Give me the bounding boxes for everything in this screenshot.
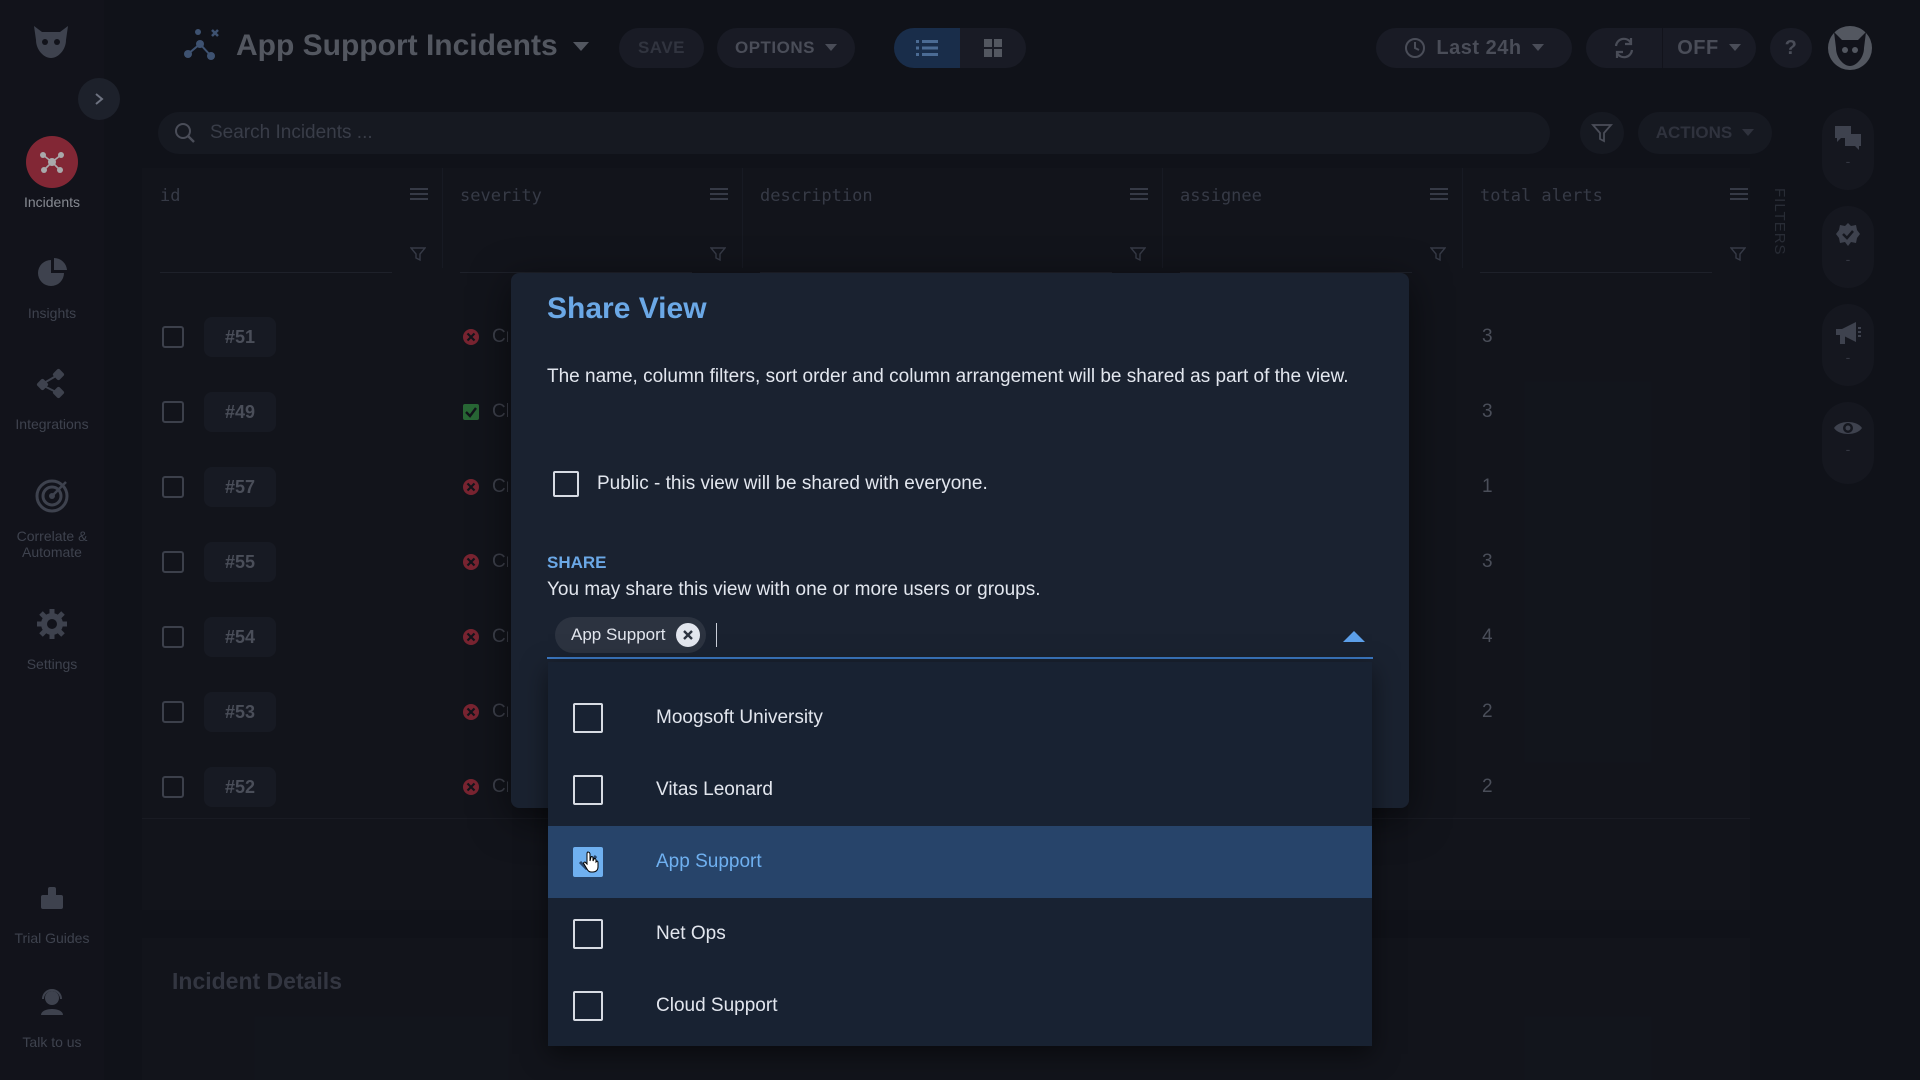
share-option-item[interactable]: Net Ops xyxy=(548,898,1372,970)
public-checkbox-row[interactable]: Public - this view will be shared with e… xyxy=(553,471,988,497)
chevron-right-icon xyxy=(95,93,104,105)
selected-chip: App Support xyxy=(555,617,706,653)
share-heading: SHARE xyxy=(547,553,607,572)
share-option-label: Net Ops xyxy=(656,923,726,944)
dialog-title: Share View xyxy=(547,292,707,325)
share-option-label: Moogsoft University xyxy=(656,707,823,728)
share-option-checkbox[interactable] xyxy=(573,775,603,805)
text-cursor xyxy=(715,623,717,647)
public-checkbox[interactable] xyxy=(553,471,579,497)
share-option-item[interactable]: Moogsoft University xyxy=(548,682,1372,754)
share-option-checkbox[interactable] xyxy=(573,991,603,1021)
collapse-dropdown-icon[interactable] xyxy=(1343,631,1365,642)
remove-chip-icon[interactable] xyxy=(675,623,700,647)
share-subtitle: You may share this view with one or more… xyxy=(547,579,1041,600)
expand-nav-button[interactable] xyxy=(78,78,120,120)
dialog-description: The name, column filters, sort order and… xyxy=(547,366,1349,387)
chip-label: App Support xyxy=(571,625,666,644)
share-option-checkbox[interactable] xyxy=(573,919,603,949)
share-option-item[interactable]: App Support xyxy=(548,826,1372,898)
share-option-item[interactable]: Cloud Support xyxy=(548,970,1372,1042)
share-option-item[interactable]: Vitas Leonard xyxy=(548,754,1372,826)
share-option-label: App Support xyxy=(656,851,762,872)
public-checkbox-label: Public - this view will be shared with e… xyxy=(597,473,988,494)
share-option-label: Vitas Leonard xyxy=(656,779,773,800)
share-with-input[interactable]: App Support xyxy=(547,613,1373,659)
share-options-dropdown: Moogsoft University Vitas Leonard App Supp… xyxy=(548,662,1372,1046)
mouse-cursor-icon xyxy=(583,851,599,873)
share-option-label: Cloud Support xyxy=(656,995,778,1016)
share-option-checkbox[interactable] xyxy=(573,703,603,733)
